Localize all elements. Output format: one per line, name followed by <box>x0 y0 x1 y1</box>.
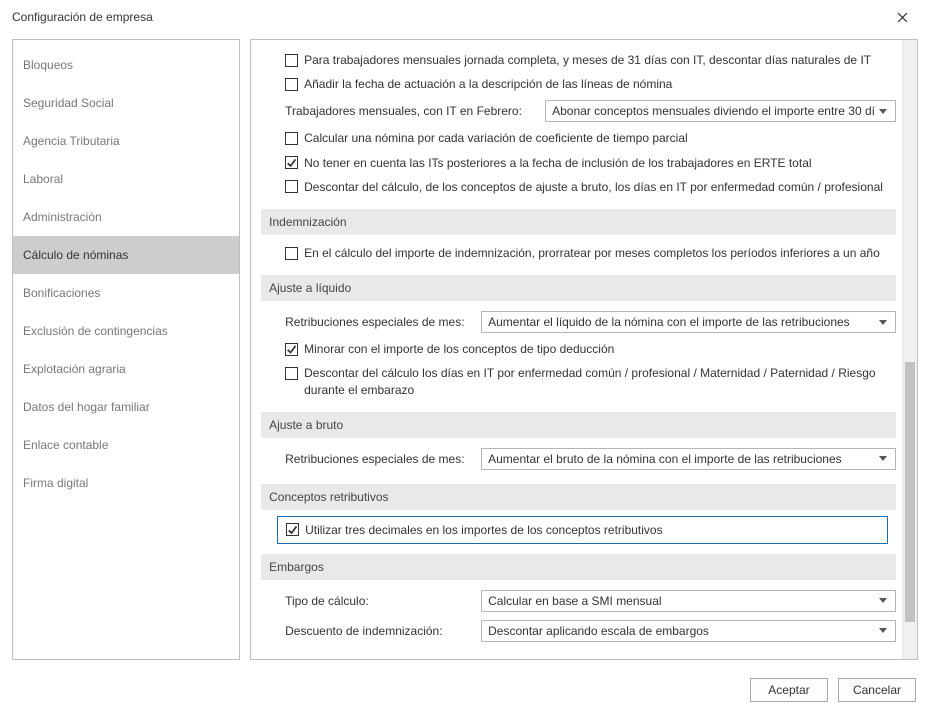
checkbox-label: Para trabajadores mensuales jornada comp… <box>304 52 896 68</box>
checkbox-indemnizacion-prorratear[interactable] <box>285 247 298 260</box>
content-panel: Para trabajadores mensuales jornada comp… <box>250 39 918 660</box>
checkbox-label: Añadir la fecha de actuación a la descri… <box>304 76 896 92</box>
checkbox-minorar-deduccion[interactable] <box>285 343 298 356</box>
check-row: Descontar del cálculo, de los conceptos … <box>261 175 896 199</box>
close-button[interactable] <box>884 4 920 30</box>
sidebar-item-enlace-contable[interactable]: Enlace contable <box>13 426 239 464</box>
check-row: En el cálculo del importe de indemnizaci… <box>261 241 896 265</box>
highlighted-option: Utilizar tres decimales en los importes … <box>277 516 888 544</box>
field-label: Retribuciones especiales de mes: <box>285 315 471 329</box>
sidebar-item-firma-digital[interactable]: Firma digital <box>13 464 239 502</box>
sidebar-item-calculo-nominas[interactable]: Cálculo de nóminas <box>13 236 239 274</box>
sidebar-item-bonificaciones[interactable]: Bonificaciones <box>13 274 239 312</box>
sidebar-item-label: Enlace contable <box>23 438 108 452</box>
chevron-down-icon <box>875 628 891 633</box>
cancel-button[interactable]: Cancelar <box>838 678 916 702</box>
sidebar-item-bloqueos[interactable]: Bloqueos <box>13 46 239 84</box>
field-label: Tipo de cálculo: <box>285 594 471 608</box>
sidebar-item-label: Firma digital <box>23 476 88 490</box>
checkbox-label: Descontar del cálculo los días en IT por… <box>304 365 896 397</box>
chevron-down-icon <box>875 320 891 325</box>
window-titlebar: Configuración de empresa <box>0 0 930 34</box>
sidebar-item-label: Cálculo de nóminas <box>23 248 128 262</box>
select-trabajadores-febrero[interactable]: Abonar conceptos mensuales diviendo el i… <box>545 100 896 122</box>
sidebar-item-label: Agencia Tributaria <box>23 134 120 148</box>
select-value: Aumentar el bruto de la nómina con el im… <box>488 452 875 466</box>
sidebar-item-label: Datos del hogar familiar <box>23 400 150 414</box>
sidebar-item-datos-hogar[interactable]: Datos del hogar familiar <box>13 388 239 426</box>
sidebar-item-explotacion-agraria[interactable]: Explotación agraria <box>13 350 239 388</box>
scrollbar[interactable] <box>902 40 917 659</box>
sidebar-item-exclusion-contingencias[interactable]: Exclusión de contingencias <box>13 312 239 350</box>
field-label: Descuento de indemnización: <box>285 624 471 638</box>
checkbox-label: Calcular una nómina por cada variación d… <box>304 130 896 146</box>
check-row: Añadir la fecha de actuación a la descri… <box>261 72 896 96</box>
sidebar-item-label: Seguridad Social <box>23 96 114 110</box>
sidebar-item-agencia-tributaria[interactable]: Agencia Tributaria <box>13 122 239 160</box>
sidebar-item-laboral[interactable]: Laboral <box>13 160 239 198</box>
checkbox-trabajadores-mensuales-it[interactable] <box>285 54 298 67</box>
sidebar-item-label: Exclusión de contingencias <box>23 324 168 338</box>
sidebar-item-label: Bloqueos <box>23 58 73 72</box>
section-embargos: Embargos <box>261 554 896 580</box>
field-label: Trabajadores mensuales, con IT en Febrer… <box>285 104 535 118</box>
sidebar-item-label: Laboral <box>23 172 63 186</box>
main-area: Bloqueos Seguridad Social Agencia Tribut… <box>0 34 930 668</box>
field-row-tipo-calculo: Tipo de cálculo: Calcular en base a SMI … <box>261 586 896 616</box>
check-row: Para trabajadores mensuales jornada comp… <box>261 48 896 72</box>
field-row-descuento-indemnizacion: Descuento de indemnización: Descontar ap… <box>261 616 896 646</box>
window-title: Configuración de empresa <box>12 10 153 24</box>
select-retribuciones-liquido[interactable]: Aumentar el líquido de la nómina con el … <box>481 311 896 333</box>
section-ajuste-liquido: Ajuste a líquido <box>261 275 896 301</box>
content-scroll: Para trabajadores mensuales jornada comp… <box>251 40 902 659</box>
dialog-footer: Aceptar Cancelar <box>0 668 930 714</box>
button-label: Cancelar <box>853 683 901 697</box>
field-row-trabajadores-febrero: Trabajadores mensuales, con IT en Febrer… <box>261 96 896 126</box>
check-row: No tener en cuenta las ITs posteriores a… <box>261 151 896 175</box>
chevron-down-icon <box>875 598 891 603</box>
section-indemnizacion: Indemnización <box>261 209 896 235</box>
checkbox-label: En el cálculo del importe de indemnizaci… <box>304 245 896 261</box>
check-row: Minorar con el importe de los conceptos … <box>261 337 896 361</box>
sidebar-item-label: Explotación agraria <box>23 362 126 376</box>
checkbox-descontar-dias-it[interactable] <box>285 367 298 380</box>
scrollbar-thumb[interactable] <box>905 362 915 622</box>
select-value: Abonar conceptos mensuales diviendo el i… <box>552 104 875 118</box>
checkbox-descontar-ajuste-bruto-it[interactable] <box>285 180 298 193</box>
sidebar-item-label: Administración <box>23 210 102 224</box>
select-descuento-indemnizacion[interactable]: Descontar aplicando escala de embargos <box>481 620 896 642</box>
select-value: Aumentar el líquido de la nómina con el … <box>488 315 875 329</box>
button-label: Aceptar <box>768 683 809 697</box>
check-row: Calcular una nómina por cada variación d… <box>261 126 896 150</box>
sidebar-item-administracion[interactable]: Administración <box>13 198 239 236</box>
close-icon <box>897 12 908 23</box>
select-retribuciones-bruto[interactable]: Aumentar el bruto de la nómina con el im… <box>481 448 896 470</box>
chevron-down-icon <box>875 456 891 461</box>
checkbox-its-posteriores-erte[interactable] <box>285 156 298 169</box>
checkbox-label: Descontar del cálculo, de los conceptos … <box>304 179 896 195</box>
checkbox-nomina-por-variacion[interactable] <box>285 132 298 145</box>
select-value: Calcular en base a SMI mensual <box>488 594 875 608</box>
checkbox-label: Minorar con el importe de los conceptos … <box>304 341 896 357</box>
chevron-down-icon <box>875 109 891 114</box>
select-value: Descontar aplicando escala de embargos <box>488 624 875 638</box>
checkbox-fecha-actuacion[interactable] <box>285 78 298 91</box>
field-row-retrib-bruto: Retribuciones especiales de mes: Aumenta… <box>261 444 896 474</box>
check-row: Descontar del cálculo los días en IT por… <box>261 361 896 401</box>
checkbox-label: Utilizar tres decimales en los importes … <box>305 523 879 537</box>
select-tipo-calculo[interactable]: Calcular en base a SMI mensual <box>481 590 896 612</box>
checkbox-label: No tener en cuenta las ITs posteriores a… <box>304 155 896 171</box>
section-ajuste-bruto: Ajuste a bruto <box>261 412 896 438</box>
sidebar-item-label: Bonificaciones <box>23 286 100 300</box>
section-conceptos-retributivos: Conceptos retributivos <box>261 484 896 510</box>
sidebar: Bloqueos Seguridad Social Agencia Tribut… <box>12 39 240 660</box>
accept-button[interactable]: Aceptar <box>750 678 828 702</box>
checkbox-tres-decimales[interactable] <box>286 523 299 536</box>
sidebar-item-seguridad-social[interactable]: Seguridad Social <box>13 84 239 122</box>
field-label: Retribuciones especiales de mes: <box>285 452 471 466</box>
field-row-retrib-liquido: Retribuciones especiales de mes: Aumenta… <box>261 307 896 337</box>
